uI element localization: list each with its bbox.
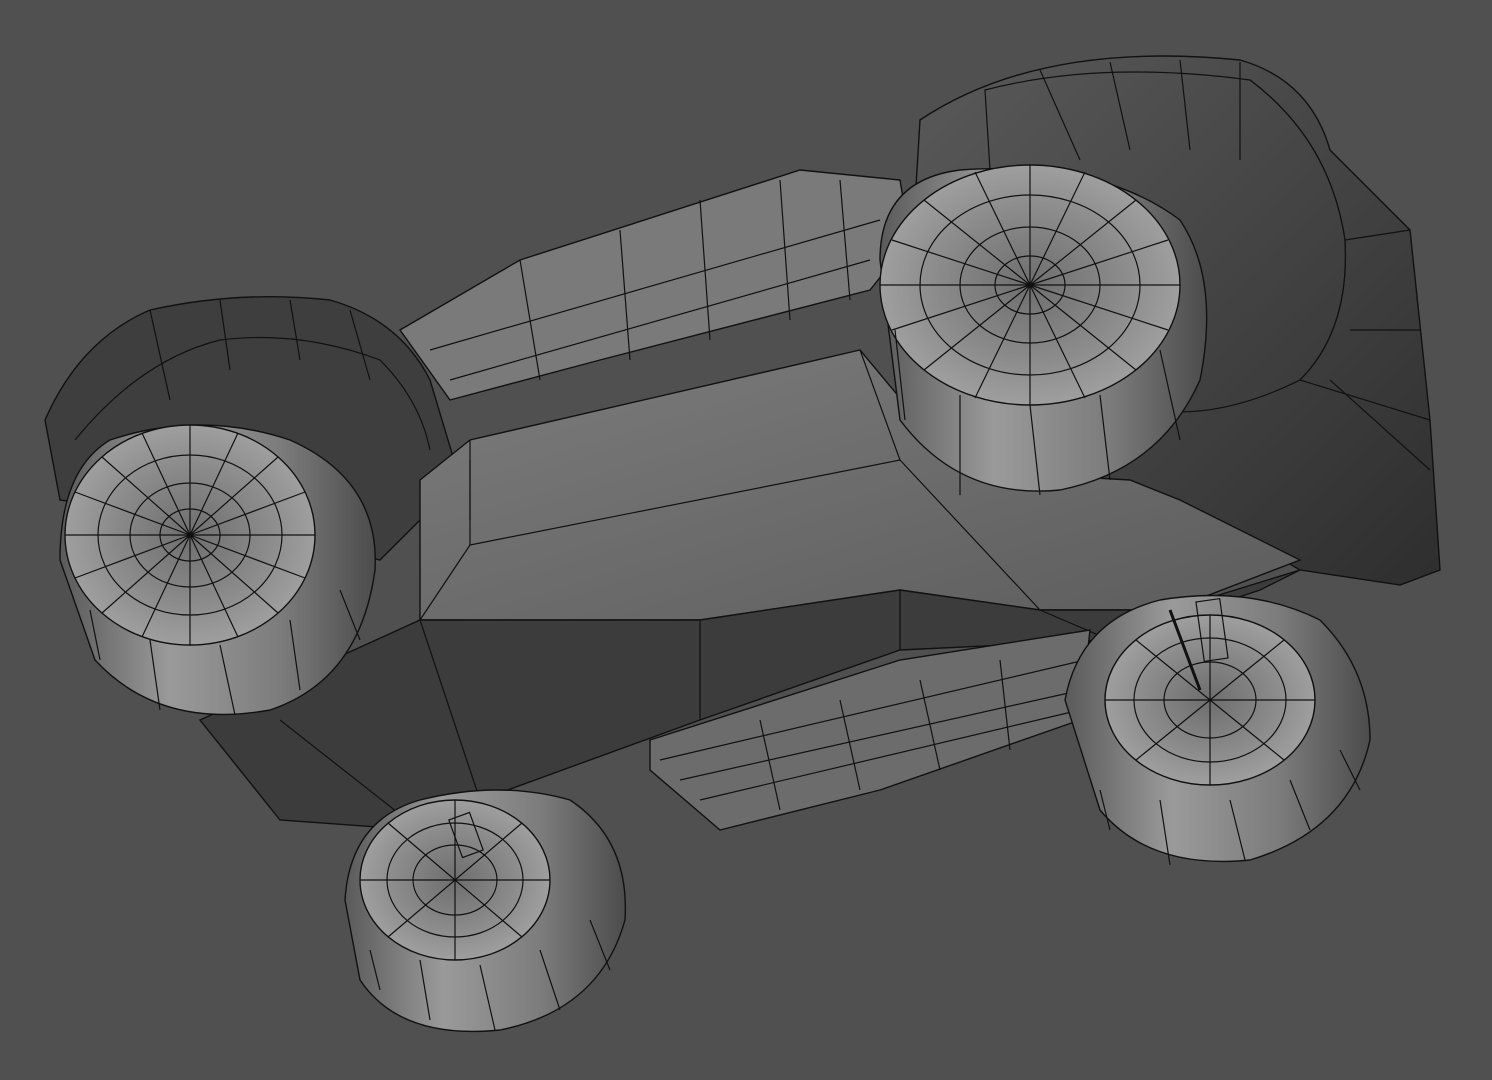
viewport-canvas[interactable]	[0, 0, 1492, 1080]
hub-spokes-front-bottom	[360, 800, 550, 960]
hub-spokes-front-top	[65, 425, 315, 645]
hub-spokes-rear-bottom	[1105, 615, 1315, 785]
wheel-front-top	[59, 424, 376, 716]
wheel-rear-bottom	[1064, 594, 1371, 866]
hub-spokes-rear-top	[880, 165, 1180, 405]
vehicle-model[interactable]	[44, 55, 1441, 1033]
3d-viewport[interactable]	[0, 0, 1492, 1080]
wheel-front-bottom	[344, 789, 627, 1033]
